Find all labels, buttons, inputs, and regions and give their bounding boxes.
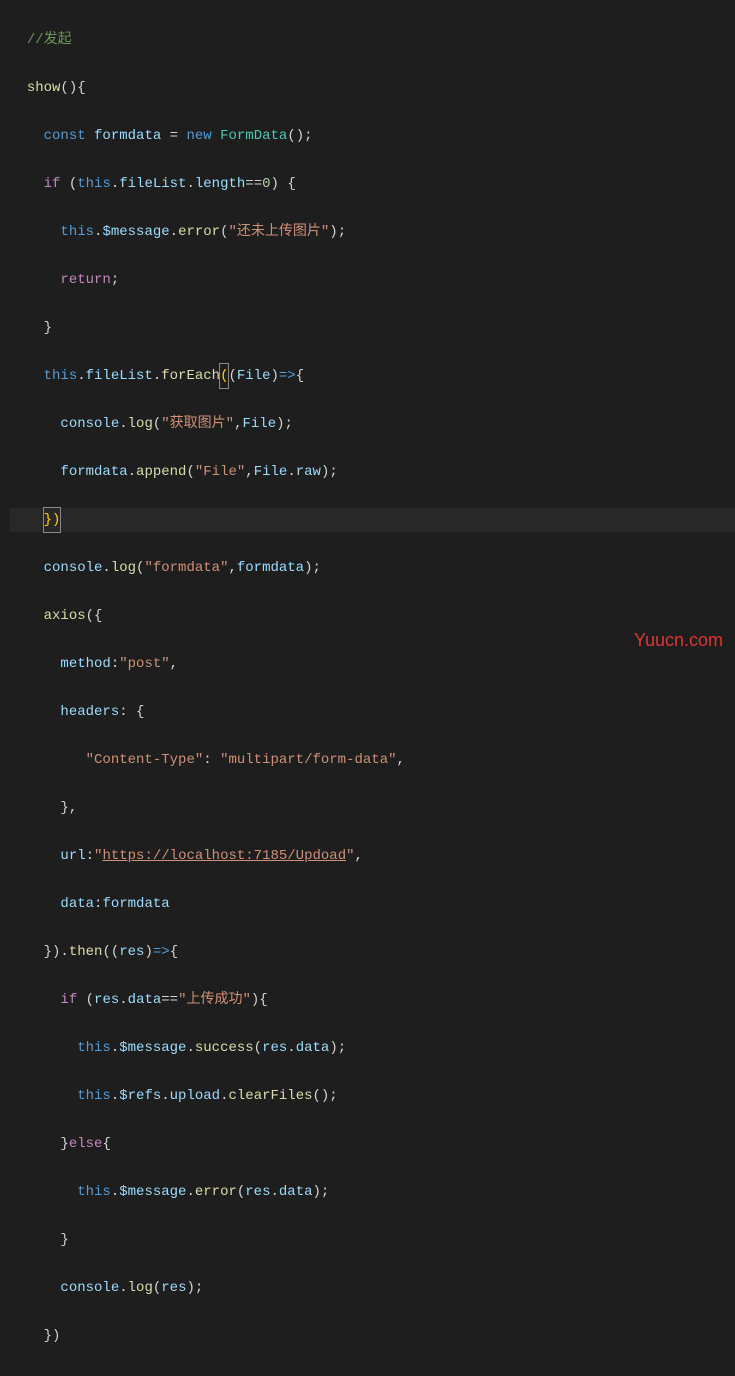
- code-line: method:"post",: [10, 652, 735, 676]
- code-line: this.fileList.forEach((File)=>{: [10, 364, 735, 388]
- code-line: url:"https://localhost:7185/Updoad",: [10, 844, 735, 868]
- code-line: }: [10, 316, 735, 340]
- code-line: }).then((res)=>{: [10, 940, 735, 964]
- code-line: console.log(res);: [10, 1276, 735, 1300]
- code-line: //发起: [10, 28, 735, 52]
- code-line: this.$refs.upload.clearFiles();: [10, 1084, 735, 1108]
- code-line: }else{: [10, 1132, 735, 1156]
- code-line: }: [10, 1228, 735, 1252]
- code-line: axios({: [10, 604, 735, 628]
- watermark-text: Yuucn.com: [634, 628, 723, 652]
- code-line: },: [10, 796, 735, 820]
- code-line: headers: {: [10, 700, 735, 724]
- code-line: }: [10, 1372, 735, 1376]
- code-editor[interactable]: //发起 show(){ const formdata = new FormDa…: [0, 0, 735, 1376]
- code-line: console.log("formdata",formdata);: [10, 556, 735, 580]
- matched-bracket: }): [43, 507, 62, 533]
- code-line: this.$message.success(res.data);: [10, 1036, 735, 1060]
- cursor-line: }): [10, 508, 735, 532]
- code-line: show(){: [10, 76, 735, 100]
- code-line: this.$message.error(res.data);: [10, 1180, 735, 1204]
- code-line: console.log("获取图片",File);: [10, 412, 735, 436]
- code-line: }): [10, 1324, 735, 1348]
- code-line: if (res.data=="上传成功"){: [10, 988, 735, 1012]
- code-line: "Content-Type": "multipart/form-data",: [10, 748, 735, 772]
- code-line: formdata.append("File",File.raw);: [10, 460, 735, 484]
- comment: //发起: [27, 32, 72, 48]
- code-line: if (this.fileList.length==0) {: [10, 172, 735, 196]
- code-line: data:formdata: [10, 892, 735, 916]
- code-line: this.$message.error("还未上传图片");: [10, 220, 735, 244]
- code-line: return;: [10, 268, 735, 292]
- url-link[interactable]: https://localhost:7185/Updoad: [102, 848, 346, 864]
- code-line: const formdata = new FormData();: [10, 124, 735, 148]
